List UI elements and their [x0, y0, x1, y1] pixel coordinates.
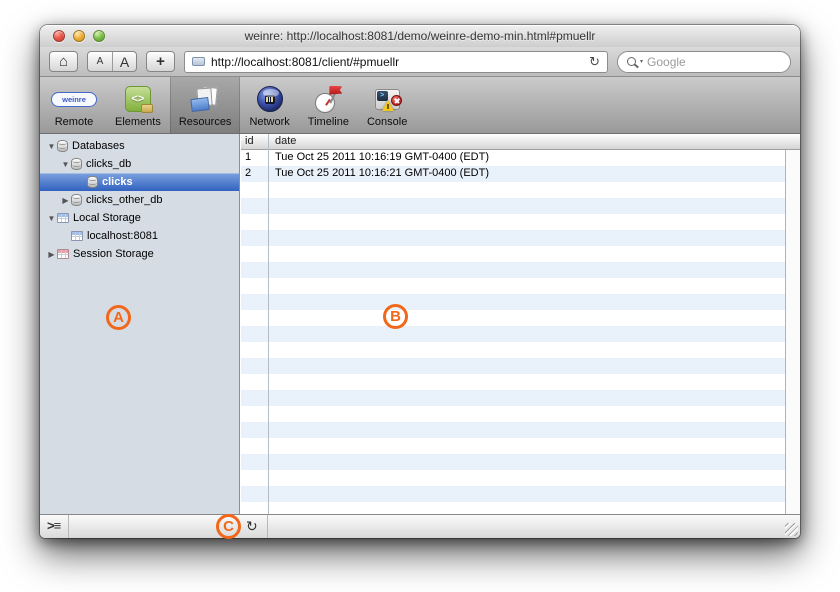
column-header-id[interactable]: id: [245, 135, 254, 147]
annotation-a: A: [106, 305, 131, 330]
traffic-lights: [53, 30, 105, 42]
table-icon: [71, 231, 83, 241]
elements-icon: <>: [125, 85, 151, 113]
sidebar-item-local-storage[interactable]: ▼ Local Storage: [40, 209, 239, 227]
url-input[interactable]: [211, 55, 583, 69]
annotation-b: B: [383, 304, 408, 329]
data-grid-header[interactable]: id date: [241, 134, 800, 150]
minimize-button[interactable]: [73, 30, 85, 42]
zoom-button[interactable]: [93, 30, 105, 42]
console-icon: >: [375, 85, 400, 113]
toolbar-button-console[interactable]: > Console: [358, 77, 416, 133]
data-grid-body: 1 Tue Oct 25 2011 10:16:19 GMT-0400 (EDT…: [241, 150, 785, 514]
column-divider[interactable]: [268, 134, 269, 514]
sidebar-item-localhost-8081[interactable]: localhost:8081: [40, 227, 239, 245]
data-grid: id date 1 Tue Oct 25 2011 10:16:19 GMT-0…: [241, 134, 800, 514]
disclosure-triangle[interactable]: ▶: [46, 250, 57, 259]
database-icon: [71, 158, 82, 170]
inspector-toolbar: weinre Remote <> Elements Resources: [40, 77, 800, 134]
statusbar-divider: [68, 515, 69, 538]
resize-grip[interactable]: [785, 523, 798, 536]
close-button[interactable]: [53, 30, 65, 42]
disclosure-triangle[interactable]: ▼: [60, 160, 71, 169]
screenshot-stage: weinre: http://localhost:8081/demo/weinr…: [0, 0, 840, 592]
network-icon: [257, 85, 283, 113]
timeline-icon: [314, 85, 342, 113]
window-title: weinre: http://localhost:8081/demo/weinr…: [130, 25, 710, 47]
table-row[interactable]: 1 Tue Oct 25 2011 10:16:19 GMT-0400 (EDT…: [241, 150, 785, 166]
new-tab-button[interactable]: +: [146, 51, 175, 72]
table-icon: [57, 249, 69, 259]
toolbar-button-timeline[interactable]: Timeline: [299, 77, 358, 133]
statusbar-divider: [267, 515, 268, 538]
search-input[interactable]: [647, 55, 802, 69]
font-decrease-button[interactable]: A: [88, 52, 112, 71]
titlebar[interactable]: weinre: http://localhost:8081/demo/weinr…: [40, 25, 800, 47]
vertical-scrollbar[interactable]: [785, 150, 800, 514]
content-area: ▼ Databases ▼ clicks_db clicks ▶: [40, 134, 800, 514]
sidebar-item-clicks-other-db[interactable]: ▶ clicks_other_db: [40, 191, 239, 209]
toolbar-button-resources[interactable]: Resources: [170, 77, 241, 133]
resources-sidebar: ▼ Databases ▼ clicks_db clicks ▶: [40, 134, 240, 514]
sidebar-item-clicks[interactable]: clicks: [40, 173, 239, 191]
app-window: weinre: http://localhost:8081/demo/weinr…: [40, 25, 800, 538]
reload-icon[interactable]: ↻: [589, 54, 600, 70]
refresh-button[interactable]: ↻: [246, 518, 258, 535]
disclosure-triangle[interactable]: ▼: [46, 214, 57, 223]
search-engine-caret-icon[interactable]: ▾: [640, 58, 643, 65]
column-header-date[interactable]: date: [275, 135, 296, 147]
remote-icon: weinre: [51, 85, 97, 113]
table-icon: [57, 213, 69, 223]
toolbar-button-network[interactable]: Network: [240, 77, 298, 133]
table-row[interactable]: 2 Tue Oct 25 2011 10:16:21 GMT-0400 (EDT…: [241, 166, 785, 182]
annotation-c: C: [216, 514, 241, 539]
disclosure-triangle[interactable]: ▶: [60, 196, 71, 205]
console-toggle-button[interactable]: >≡: [47, 518, 60, 533]
database-icon: [57, 140, 68, 152]
sidebar-item-clicks-db[interactable]: ▼ clicks_db: [40, 155, 239, 173]
font-size-group: A A: [87, 51, 137, 72]
search-icon: [627, 57, 636, 66]
home-icon: ⌂: [59, 53, 68, 70]
statusbar: >≡ ↻: [40, 514, 800, 538]
address-bar[interactable]: ↻: [184, 51, 608, 73]
resources-icon: [191, 85, 219, 113]
font-increase-button[interactable]: A: [112, 52, 136, 71]
toolbar-button-remote[interactable]: weinre Remote: [42, 77, 106, 133]
favicon-icon: [192, 57, 205, 66]
sidebar-item-session-storage[interactable]: ▶ Session Storage: [40, 245, 239, 263]
browser-toolbar: ⌂ A A + ↻ ▾: [40, 47, 800, 77]
database-icon: [87, 176, 98, 188]
sidebar-item-databases[interactable]: ▼ Databases: [40, 137, 239, 155]
home-button[interactable]: ⌂: [49, 51, 78, 72]
toolbar-button-elements[interactable]: <> Elements: [106, 77, 170, 133]
database-icon: [71, 194, 82, 206]
disclosure-triangle[interactable]: ▼: [46, 142, 57, 151]
search-field[interactable]: ▾: [617, 51, 791, 73]
